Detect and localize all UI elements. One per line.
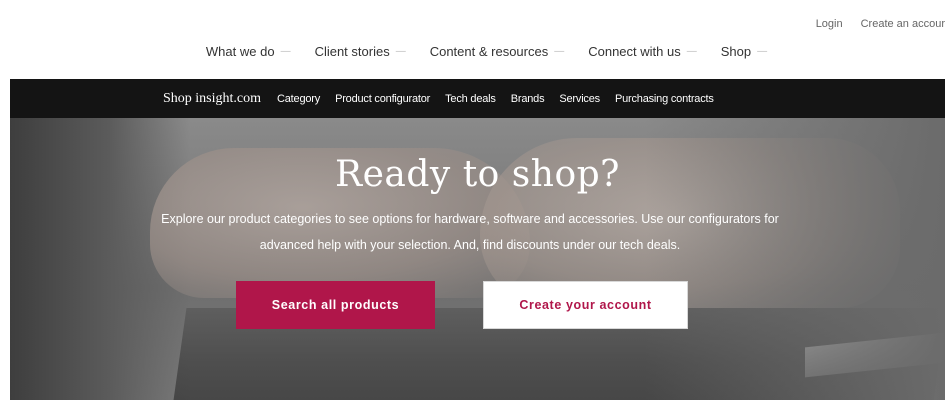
utility-bar: Login Create an accour (816, 16, 945, 32)
nav-item-client-stories[interactable]: Client stories — (315, 44, 406, 59)
chevron-down-icon: — (757, 46, 768, 57)
subnav-item-services[interactable]: Services (559, 93, 600, 105)
shop-subnav: Shop insight.com Category Product config… (10, 79, 945, 118)
nav-item-label: Content & resources (429, 44, 549, 59)
search-all-products-button[interactable]: Search all products (236, 281, 435, 329)
chevron-down-icon: — (395, 46, 406, 57)
login-link[interactable]: Login (816, 18, 843, 30)
chevron-down-icon: — (280, 46, 291, 57)
subnav-item-purchasing-contracts[interactable]: Purchasing contracts (615, 93, 714, 105)
nav-item-label: What we do (205, 44, 275, 59)
hero-banner: Ready to shop? Explore our product categ… (10, 118, 945, 400)
shop-brand-link[interactable]: Shop insight.com (163, 91, 261, 107)
hero-title: Ready to shop? (335, 154, 620, 195)
nav-item-content-resources[interactable]: Content & resources — (430, 44, 565, 59)
hero-description: Explore our product categories to see op… (161, 212, 779, 252)
nav-item-label: Client stories (314, 44, 390, 59)
subnav-item-product-configurator[interactable]: Product configurator (335, 93, 430, 105)
nav-item-label: Connect with us (588, 44, 681, 59)
chevron-down-icon: — (686, 46, 697, 57)
main-nav: What we do — Client stories — Content & … (0, 44, 945, 59)
create-account-button[interactable]: Create your account (483, 281, 688, 329)
chevron-down-icon: — (554, 46, 565, 57)
nav-item-shop[interactable]: Shop — (721, 44, 767, 59)
nav-item-connect[interactable]: Connect with us — (588, 44, 697, 59)
subnav-item-brands[interactable]: Brands (511, 93, 545, 105)
nav-item-what-we-do[interactable]: What we do — (206, 44, 291, 59)
subnav-item-tech-deals[interactable]: Tech deals (445, 93, 496, 105)
subnav-item-category[interactable]: Category (277, 93, 320, 105)
nav-item-label: Shop (720, 44, 752, 59)
create-account-link[interactable]: Create an accour (861, 18, 945, 30)
